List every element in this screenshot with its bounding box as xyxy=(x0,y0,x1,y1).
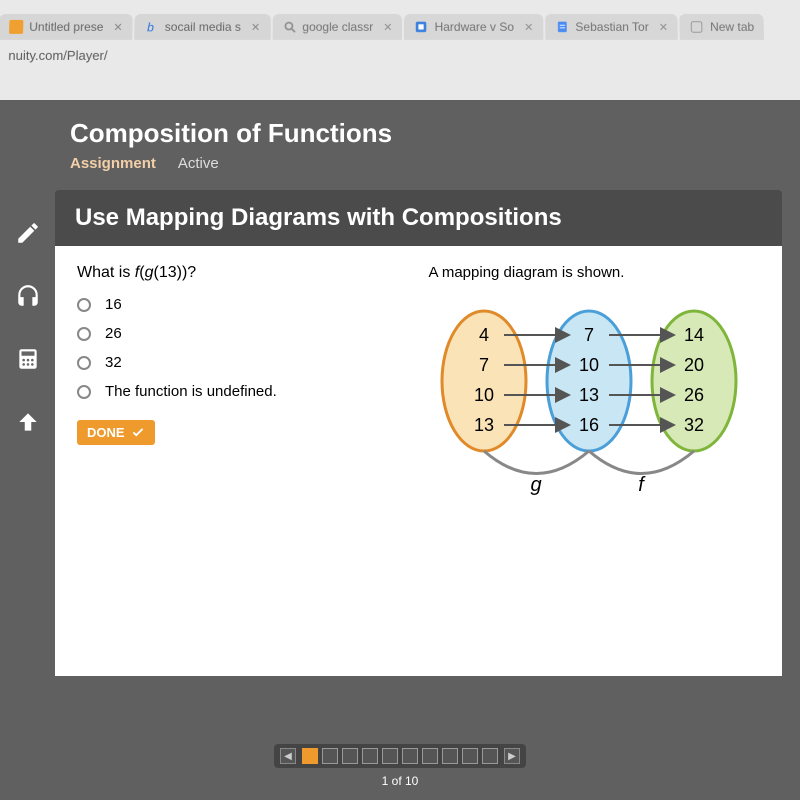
url-bar[interactable]: nuity.com/Player/ xyxy=(0,40,800,70)
radio-icon[interactable] xyxy=(77,327,91,341)
svg-text:g: g xyxy=(530,474,541,496)
close-icon[interactable]: ✕ xyxy=(659,20,668,33)
option-label: 26 xyxy=(105,325,122,342)
option-label: 16 xyxy=(105,296,122,313)
tab-label: Sebastian Tor xyxy=(575,20,649,34)
page-navigator: ◀ ▶ 1 of 10 xyxy=(274,744,526,788)
option-label: 32 xyxy=(105,354,122,371)
nav-page-box[interactable] xyxy=(482,748,498,764)
svg-text:20: 20 xyxy=(683,355,703,375)
slides-icon xyxy=(9,20,23,34)
section-title: Use Mapping Diagrams with Compositions xyxy=(55,190,782,246)
done-label: DONE xyxy=(87,425,125,440)
diagram-caption: A mapping diagram is shown. xyxy=(429,264,773,281)
svg-text:26: 26 xyxy=(683,385,703,405)
radio-icon[interactable] xyxy=(77,298,91,312)
svg-text:7: 7 xyxy=(583,325,593,345)
close-icon[interactable]: ✕ xyxy=(383,20,392,33)
question-prompt: What is f(g(13))? xyxy=(77,264,397,282)
nav-prev-button[interactable]: ◀ xyxy=(280,748,296,764)
radio-icon[interactable] xyxy=(77,385,91,399)
tab-label: Hardware v So xyxy=(435,20,515,34)
svg-text:4: 4 xyxy=(478,325,488,345)
headphones-icon[interactable] xyxy=(15,283,41,316)
nav-page-box[interactable] xyxy=(442,748,458,764)
nav-next-button[interactable]: ▶ xyxy=(504,748,520,764)
url-text: nuity.com/Player/ xyxy=(8,47,108,62)
svg-text:b: b xyxy=(147,20,154,34)
pencil-icon[interactable] xyxy=(15,220,41,253)
svg-text:16: 16 xyxy=(578,415,598,435)
svg-text:7: 7 xyxy=(478,355,488,375)
tab-label: google classr xyxy=(302,20,373,34)
content-card: What is f(g(13))? 16 26 32 The function … xyxy=(55,246,782,676)
doc-icon xyxy=(414,20,428,34)
left-toolbar xyxy=(0,220,55,442)
mapping-diagram: 4 7 10 13 7 10 13 16 14 20 26 32 xyxy=(429,291,749,521)
radio-icon[interactable] xyxy=(77,356,91,370)
svg-text:10: 10 xyxy=(578,355,598,375)
assignment-label: Assignment xyxy=(70,155,156,172)
tab-item[interactable]: b socail media s ✕ xyxy=(134,14,270,40)
tab-label: Untitled prese xyxy=(29,20,104,34)
browser-tabs: Untitled prese ✕ b socail media s ✕ goog… xyxy=(0,0,800,40)
up-arrow-icon[interactable] xyxy=(15,409,41,442)
search-icon xyxy=(282,20,296,34)
nav-page-box[interactable] xyxy=(322,748,338,764)
close-icon[interactable]: ✕ xyxy=(524,20,533,33)
tab-item[interactable]: Sebastian Tor ✕ xyxy=(545,14,678,40)
nav-page-box[interactable] xyxy=(342,748,358,764)
answer-option[interactable]: 26 xyxy=(77,325,397,342)
tab-item[interactable]: google classr ✕ xyxy=(272,14,402,40)
page-title: Composition of Functions xyxy=(70,118,782,149)
svg-text:32: 32 xyxy=(683,415,703,435)
svg-text:f: f xyxy=(638,474,646,496)
nav-page-box[interactable] xyxy=(302,748,318,764)
option-label: The function is undefined. xyxy=(105,383,277,400)
svg-text:14: 14 xyxy=(683,325,703,345)
calculator-icon[interactable] xyxy=(15,346,41,379)
nav-page-box[interactable] xyxy=(422,748,438,764)
close-icon[interactable]: ✕ xyxy=(113,20,123,33)
b-icon: b xyxy=(145,20,159,34)
answer-option[interactable]: 16 xyxy=(77,296,397,313)
close-icon[interactable]: ✕ xyxy=(251,20,260,33)
status-label: Active xyxy=(178,155,219,172)
svg-text:13: 13 xyxy=(578,385,598,405)
tab-label: socail media s xyxy=(165,20,241,34)
nav-page-box[interactable] xyxy=(402,748,418,764)
nav-page-box[interactable] xyxy=(362,748,378,764)
tab-item[interactable]: Hardware v So ✕ xyxy=(404,14,543,40)
check-icon xyxy=(131,426,145,440)
page-counter: 1 of 10 xyxy=(382,774,419,788)
tab-item[interactable]: New tab xyxy=(680,14,765,40)
done-button[interactable]: DONE xyxy=(77,420,155,445)
answer-option[interactable]: 32 xyxy=(77,354,397,371)
svg-text:10: 10 xyxy=(473,385,493,405)
newtab-icon xyxy=(690,20,704,34)
tab-item[interactable]: Untitled prese ✕ xyxy=(0,14,133,40)
tab-label: New tab xyxy=(710,20,754,34)
docs-icon xyxy=(555,20,569,34)
answer-option[interactable]: The function is undefined. xyxy=(77,383,397,400)
nav-page-box[interactable] xyxy=(382,748,398,764)
svg-text:13: 13 xyxy=(473,415,493,435)
nav-page-box[interactable] xyxy=(462,748,478,764)
